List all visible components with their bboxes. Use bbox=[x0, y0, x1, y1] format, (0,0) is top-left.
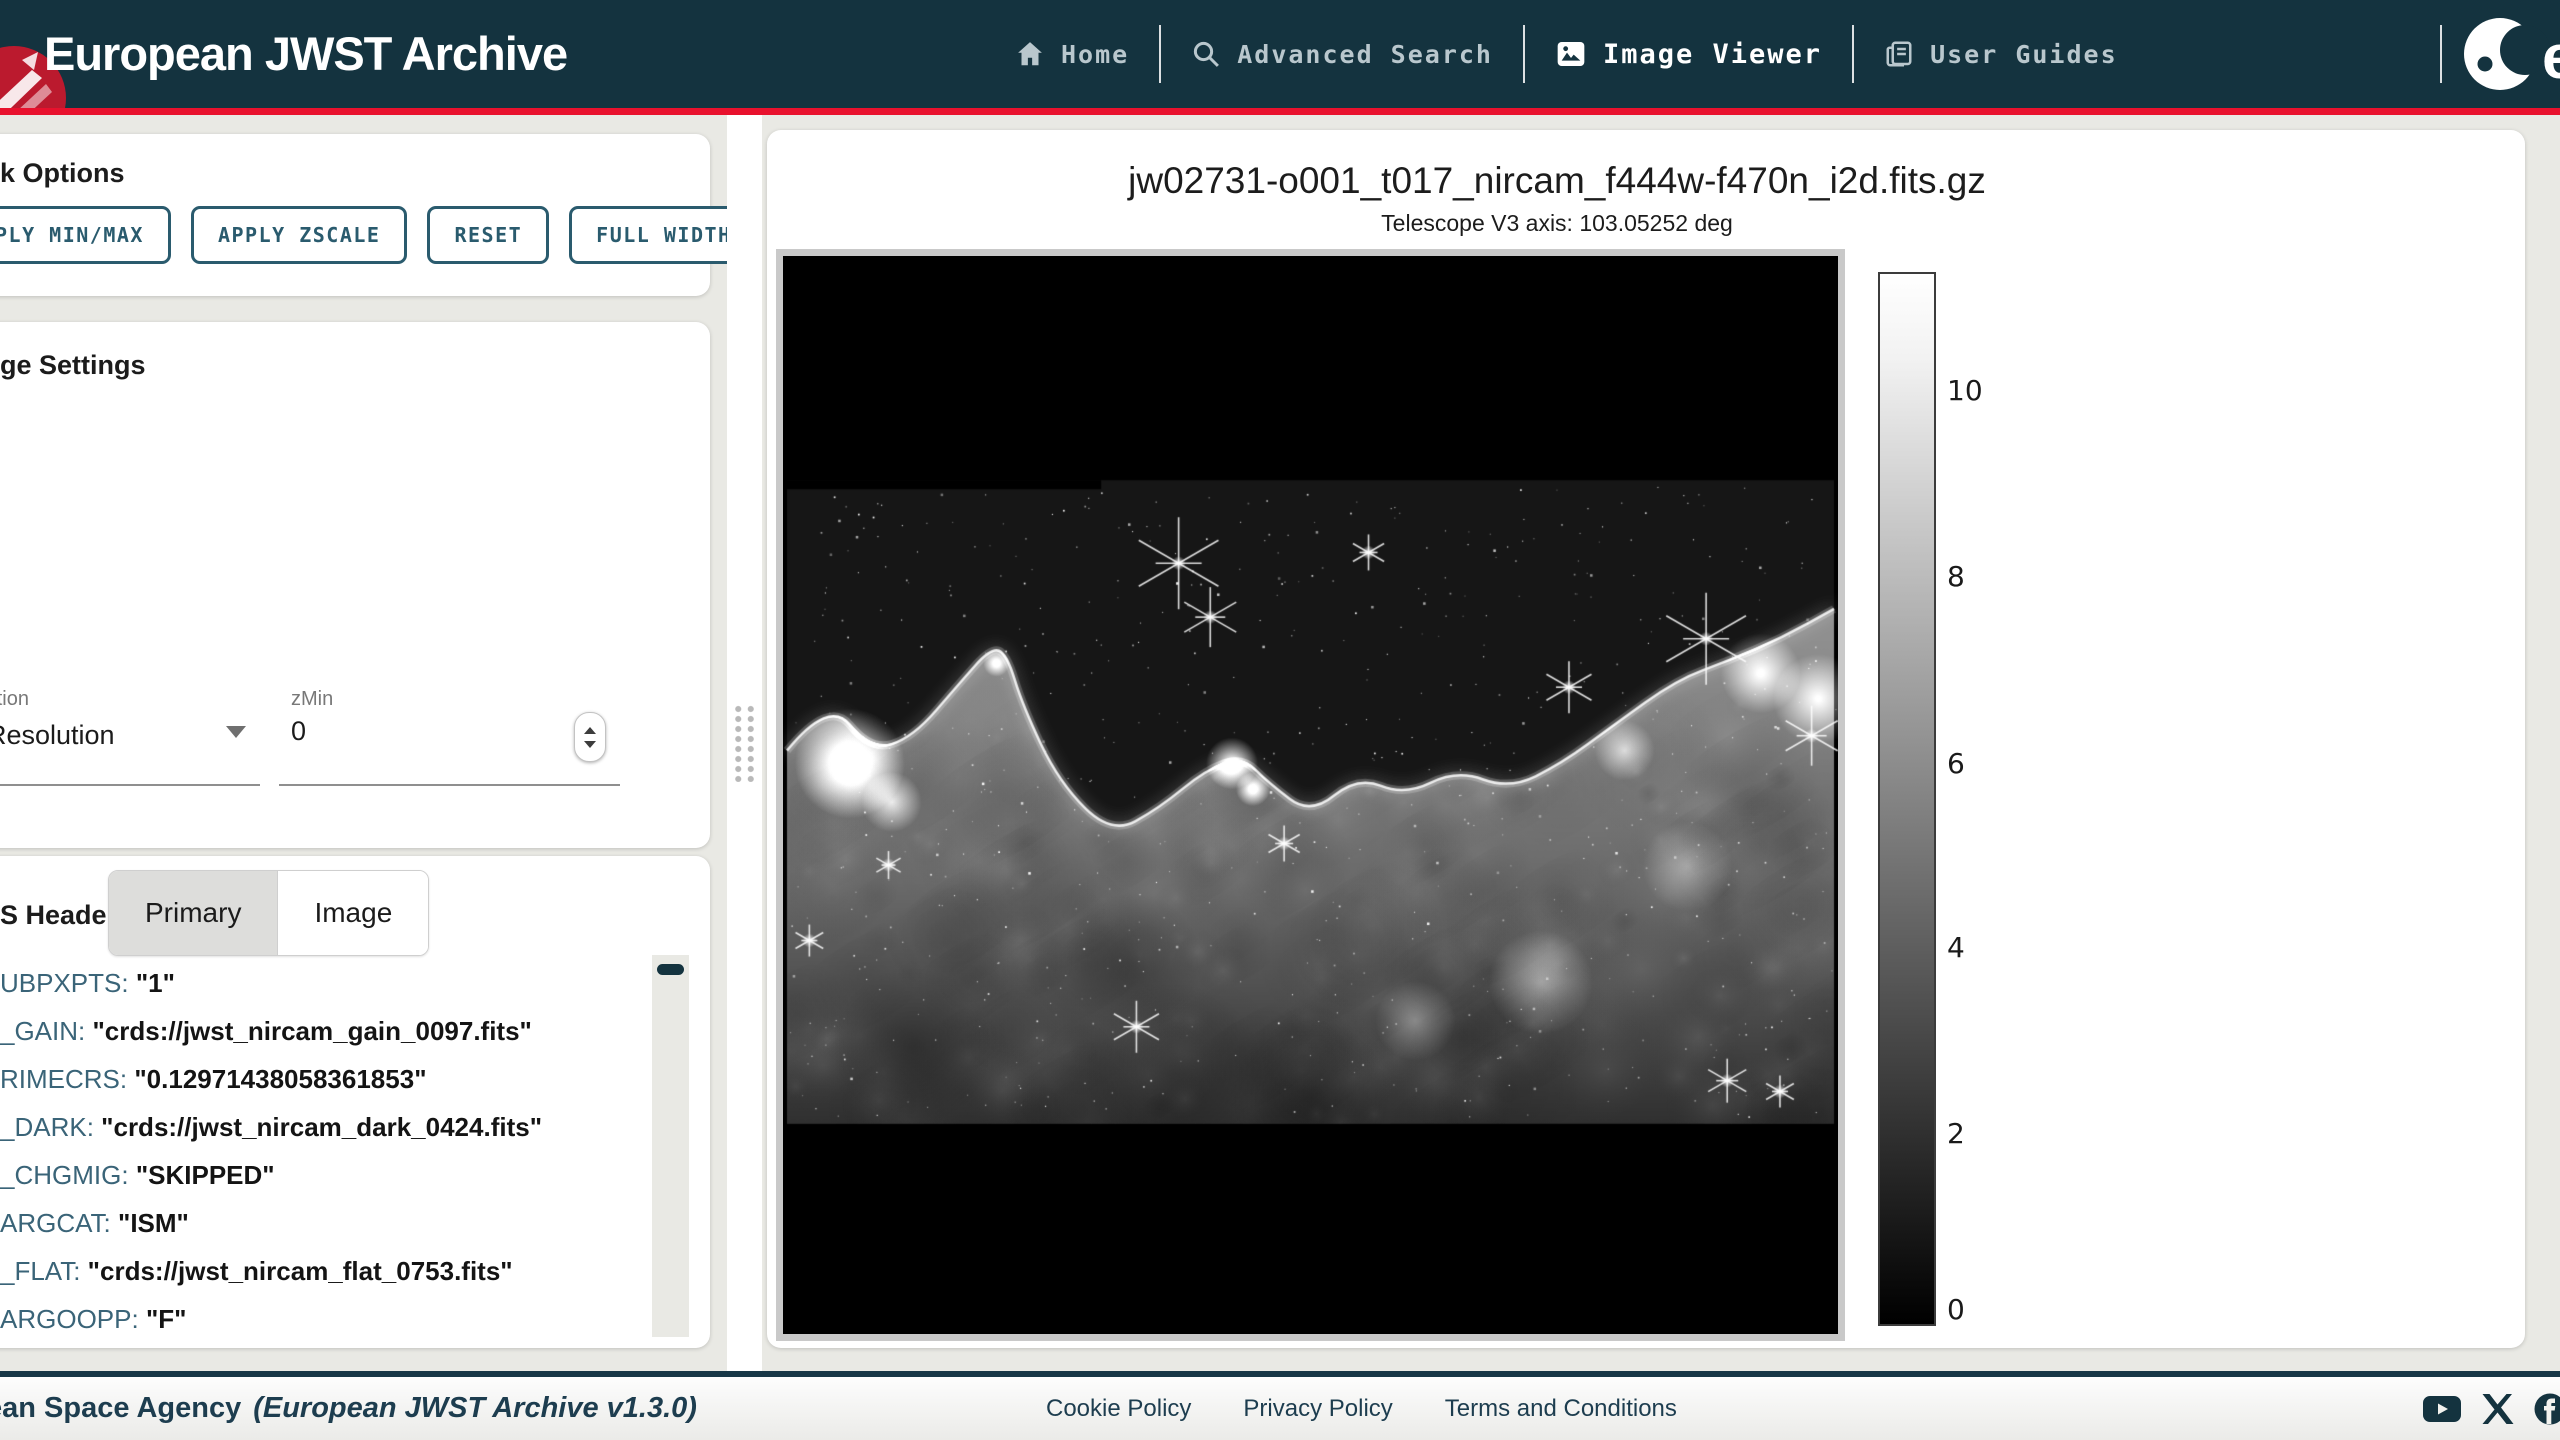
accent-red-line bbox=[0, 108, 2560, 115]
fits-file-title: jw02731-o001_t017_nircam_f444w-f470n_i2d… bbox=[977, 160, 2137, 202]
drag-handle-icon[interactable] bbox=[732, 704, 757, 782]
image-viewer-icon bbox=[1555, 38, 1587, 70]
footer-version: (European JWST Archive v1.3.0) bbox=[253, 1392, 697, 1425]
colorbar-tick: 10 bbox=[1947, 374, 1983, 407]
colorbar-tick: 6 bbox=[1947, 747, 1965, 780]
reset-button[interactable]: RESET bbox=[427, 206, 549, 264]
zmin-stepper[interactable] bbox=[574, 712, 606, 762]
colorbar-tick: 0 bbox=[1947, 1293, 1965, 1326]
zmin-input[interactable] bbox=[291, 716, 541, 747]
zmin-label: zMin bbox=[291, 688, 333, 711]
quick-options-buttons: PLY MIN/MAX APPLY ZSCALE RESET FULL WIDT… bbox=[0, 206, 759, 264]
resolution-value: w Resolution bbox=[0, 720, 115, 751]
footer-links: Cookie Policy Privacy Policy Terms and C… bbox=[1046, 1377, 1677, 1440]
x-twitter-icon[interactable] bbox=[2482, 1394, 2514, 1424]
colorbar-tick: 2 bbox=[1947, 1117, 1965, 1150]
telescope-axis-subtitle: Telescope V3 axis: 103.05252 deg bbox=[977, 210, 2137, 237]
tab-image[interactable]: Image bbox=[277, 871, 428, 955]
facebook-icon[interactable] bbox=[2534, 1393, 2560, 1425]
navbar: European JWST Archive Home Advanced Sear… bbox=[0, 0, 2560, 108]
viewer-panel: jw02731-o001_t017_nircam_f444w-f470n_i2d… bbox=[767, 130, 2525, 1348]
user-guides-icon bbox=[1884, 39, 1914, 69]
zmin-field: zMin bbox=[279, 688, 620, 786]
cookie-policy-link[interactable]: Cookie Policy bbox=[1046, 1395, 1191, 1423]
terms-and-conditions-link[interactable]: Terms and Conditions bbox=[1445, 1395, 1677, 1423]
footer: ean Space Agency (European JWST Archive … bbox=[0, 1371, 2560, 1440]
esa-logo[interactable]: esa bbox=[2462, 12, 2560, 96]
apply-minmax-button[interactable]: PLY MIN/MAX bbox=[0, 206, 171, 264]
fits-entry: ARGCAT: "ISM" bbox=[0, 1208, 600, 1256]
scrollbar-thumb[interactable] bbox=[657, 964, 684, 975]
fits-entry: RIMECRS: "0.12971438058361853" bbox=[0, 1064, 600, 1112]
quick-options-title: k Options bbox=[0, 158, 125, 189]
resolution-label: solution bbox=[0, 688, 29, 711]
fits-entry: _CHGMIG: "SKIPPED" bbox=[0, 1160, 600, 1208]
footer-social bbox=[2422, 1377, 2560, 1440]
search-icon bbox=[1191, 39, 1221, 69]
fits-entry: _FLAT: "crds://jwst_nircam_flat_0753.fit… bbox=[0, 1256, 600, 1304]
nav-item-label: Image Viewer bbox=[1603, 39, 1822, 70]
fits-header-list: UBPXPTS: "1" _GAIN: "crds://jwst_nircam_… bbox=[0, 968, 600, 1352]
colorbar-gradient bbox=[1878, 272, 1936, 1326]
image-settings-title: ge Settings bbox=[0, 350, 146, 381]
nav-item-home[interactable]: Home bbox=[985, 0, 1159, 108]
apply-zscale-button[interactable]: APPLY ZSCALE bbox=[191, 206, 408, 264]
colorbar-tick: 4 bbox=[1947, 931, 1965, 964]
resolution-select[interactable]: solution w Resolution bbox=[0, 688, 260, 786]
fits-header-tabs: Primary Image bbox=[108, 870, 429, 956]
fits-entry: ARGOOPP: "F" bbox=[0, 1304, 600, 1352]
nav-item-label: Advanced Search bbox=[1237, 40, 1493, 69]
app-title: European JWST Archive bbox=[44, 26, 567, 81]
chevron-down-icon bbox=[226, 726, 246, 738]
fits-header-title: S Header bbox=[0, 900, 117, 931]
fits-header-scrollbar[interactable] bbox=[652, 955, 689, 1337]
nav-item-label: Home bbox=[1061, 40, 1129, 69]
fits-header-panel: S Header Primary Image UBPXPTS: "1" _GAI… bbox=[0, 856, 710, 1348]
step-down-icon bbox=[584, 741, 596, 748]
nav-item-label: User Guides bbox=[1930, 40, 2118, 69]
fits-entry: UBPXPTS: "1" bbox=[0, 968, 600, 1016]
nav-separator bbox=[2440, 25, 2442, 83]
colorbar-tick: 8 bbox=[1947, 560, 1965, 593]
main-nav: Home Advanced Search Image Viewer bbox=[985, 0, 2148, 108]
footer-agency: ean Space Agency (European JWST Archive … bbox=[0, 1377, 697, 1440]
page: European JWST Archive Home Advanced Sear… bbox=[0, 0, 2560, 1440]
panel-splitter[interactable] bbox=[727, 115, 762, 1371]
nav-item-image-viewer[interactable]: Image Viewer bbox=[1525, 0, 1852, 108]
youtube-icon[interactable] bbox=[2422, 1394, 2462, 1424]
fits-entry: _DARK: "crds://jwst_nircam_dark_0424.fit… bbox=[0, 1112, 600, 1160]
image-settings-panel: ge Settings solution w Resolution zMin a… bbox=[0, 322, 710, 848]
footer-agency-text: ean Space Agency bbox=[0, 1392, 241, 1425]
privacy-policy-link[interactable]: Privacy Policy bbox=[1243, 1395, 1392, 1423]
fits-entry: _GAIN: "crds://jwst_nircam_gain_0097.fit… bbox=[0, 1016, 600, 1064]
nav-item-advanced-search[interactable]: Advanced Search bbox=[1161, 0, 1523, 108]
quick-options-panel: k Options PLY MIN/MAX APPLY ZSCALE RESET… bbox=[0, 134, 710, 296]
svg-text:esa: esa bbox=[2542, 23, 2560, 92]
step-up-icon bbox=[584, 727, 596, 734]
tab-primary[interactable]: Primary bbox=[109, 871, 277, 955]
fits-image-canvas[interactable] bbox=[783, 256, 1838, 1334]
nav-item-user-guides[interactable]: User Guides bbox=[1854, 0, 2148, 108]
fits-image-frame bbox=[776, 249, 1845, 1341]
home-icon bbox=[1015, 39, 1045, 69]
